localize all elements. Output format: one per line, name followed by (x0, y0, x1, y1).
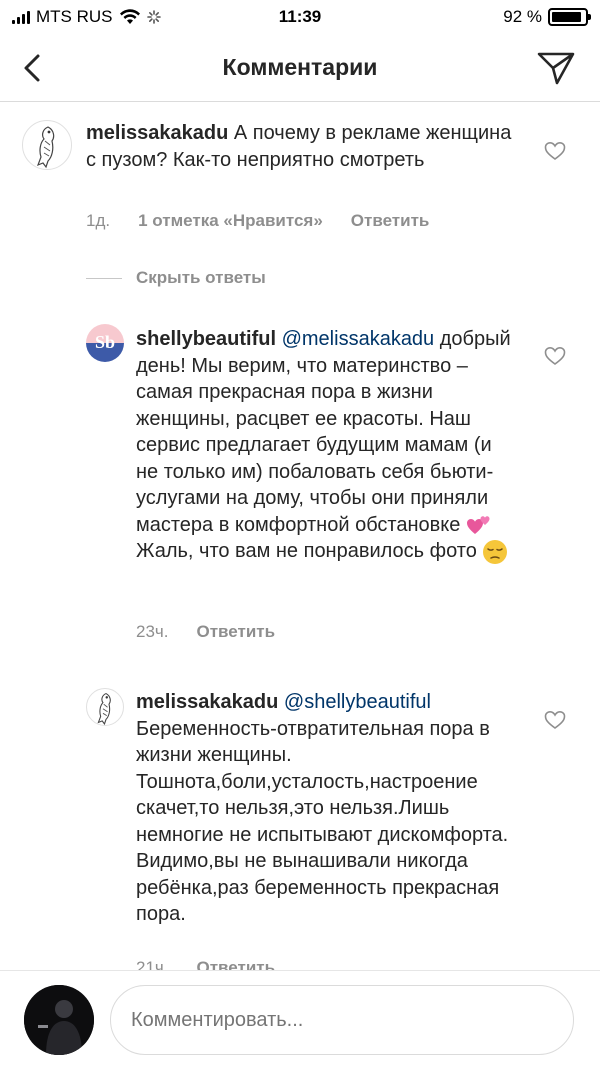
reply-button[interactable]: Ответить (197, 622, 276, 642)
comment-time: 1д. (86, 211, 111, 230)
status-bar: MTS RUS 11:39 92 % (0, 0, 600, 36)
status-right: 92 % (503, 7, 591, 27)
reply-time: 23ч. (136, 622, 169, 641)
paper-plane-icon[interactable] (536, 50, 576, 86)
comment-likes[interactable]: 1 отметка «Нравится» (138, 211, 323, 231)
nav-bar: Комментарии (0, 36, 600, 102)
avatar[interactable]: Sb (86, 324, 124, 362)
comment-input[interactable] (110, 985, 574, 1055)
hide-replies-label: Скрыть ответы (136, 268, 266, 287)
bird-avatar-icon (97, 692, 111, 725)
avatar[interactable] (22, 120, 72, 170)
comment-text: melissakakadu А почему в рекламе женщина… (86, 120, 516, 173)
comment-composer (0, 970, 600, 1066)
comment-username[interactable]: melissakakadu (86, 122, 228, 144)
battery-percent: 92 % (503, 7, 542, 26)
reply-meta: 23ч. Ответить (136, 622, 275, 642)
battery-icon (548, 8, 591, 26)
reply-body: Беременность-отвратительная пора в жизни… (136, 717, 509, 926)
page-title: Комментарии (222, 54, 378, 80)
avatar[interactable] (24, 985, 94, 1055)
reply-username[interactable]: shellybeautiful (136, 328, 276, 350)
divider (86, 277, 122, 279)
two-hearts-icon (466, 516, 490, 535)
comment-meta: 1д. 1 отметка «Нравится» Ответить (86, 211, 429, 231)
reply-mention[interactable]: @melissakakadu (282, 328, 435, 350)
like-heart-icon[interactable] (544, 346, 566, 366)
hide-replies-button[interactable]: Скрыть ответы (86, 268, 266, 288)
battery-fill (552, 12, 582, 22)
reply-username[interactable]: melissakakadu (136, 691, 278, 713)
like-heart-icon[interactable] (544, 141, 566, 161)
reply-text: shellybeautiful @melissakakadu добрый де… (136, 326, 516, 565)
avatar-initials: Sb (94, 332, 116, 352)
reply-body: добрый день! Мы верим, что материнство –… (136, 328, 511, 536)
reply-text: melissakakadu @shellybeautiful Беременно… (136, 689, 516, 928)
reply-mention[interactable]: @shellybeautiful (284, 691, 431, 713)
reply-body-end: Жаль, что вам не понравилось фото (136, 540, 477, 562)
user-photo-icon (24, 985, 94, 1055)
avatar[interactable] (86, 688, 124, 726)
pensive-face-icon (483, 539, 508, 564)
bird-avatar-icon (36, 126, 55, 169)
reply-button[interactable]: Ответить (351, 211, 430, 231)
like-heart-icon[interactable] (544, 710, 566, 730)
